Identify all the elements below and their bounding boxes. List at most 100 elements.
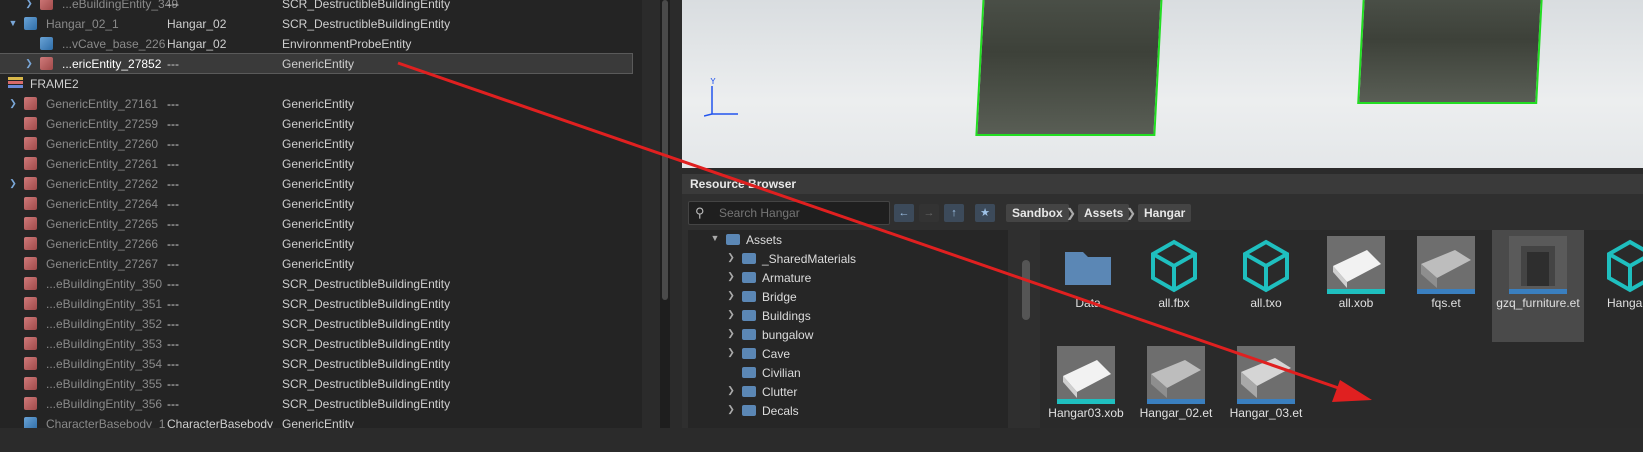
- entity-cube-icon: [24, 317, 37, 330]
- entity-name: GenericEntity_27266: [46, 237, 159, 251]
- hierarchy-row[interactable]: ...eBuildingEntity_353 --- SCR_Destructibl…: [0, 334, 632, 353]
- hierarchy-row[interactable]: GenericEntity_27261 --- GenericEntity: [0, 154, 632, 173]
- expand-right-icon[interactable]: ❯: [726, 290, 736, 301]
- entity-name: ...eBuildingEntity_350: [46, 277, 163, 291]
- entity-layer: ---: [167, 117, 179, 131]
- hierarchy-row[interactable]: CharacterBasebody_1 CharacterBasebody Gene…: [0, 414, 632, 428]
- hierarchy-row[interactable]: GenericEntity_27260 --- GenericEntity: [0, 134, 632, 153]
- hierarchy-row[interactable]: GenericEntity_27264 --- GenericEntity: [0, 194, 632, 213]
- breadcrumb-item[interactable]: Hangar: [1138, 204, 1192, 222]
- breadcrumb-item[interactable]: Sandbox: [1006, 204, 1069, 222]
- asset-label: all.xob: [1338, 296, 1374, 310]
- asset-tile[interactable]: all.fbx: [1128, 230, 1220, 342]
- hierarchy-row[interactable]: ❯ ...eBuildingEntity_349 --- SCR_Destructib…: [0, 0, 632, 13]
- entity-type: GenericEntity: [282, 97, 355, 111]
- hierarchy-row[interactable]: ...eBuildingEntity_356 --- SCR_Destructibl…: [0, 394, 632, 413]
- mesh-cube-icon: [1237, 236, 1295, 294]
- entity-type: GenericEntity: [282, 217, 355, 231]
- entity-name: ...eBuildingEntity_354: [46, 357, 163, 371]
- scene-viewport[interactable]: Y: [682, 0, 1643, 168]
- hierarchy-row[interactable]: ...eBuildingEntity_352 --- SCR_Destructibl…: [0, 314, 632, 333]
- asset-tile[interactable]: Hangar_02.et: [1130, 340, 1222, 452]
- entity-layer: Hangar_02: [167, 17, 227, 31]
- entity-name: ...eBuildingEntity_349: [62, 0, 179, 11]
- expand-right-icon[interactable]: ❯: [8, 97, 18, 109]
- entity-layer: ---: [167, 157, 179, 171]
- folder-icon: [1059, 236, 1117, 294]
- expand-down-icon[interactable]: ▼: [710, 233, 720, 243]
- asset-tile[interactable]: Hangar03.xob: [1040, 340, 1132, 452]
- breadcrumb-item[interactable]: Assets: [1078, 204, 1130, 222]
- entity-layer: ---: [167, 377, 179, 391]
- entity-type: SCR_DestructibleBuildingEntity: [282, 0, 451, 11]
- search-input[interactable]: [717, 204, 886, 222]
- model-thumbnail: [1417, 236, 1475, 294]
- asset-tile[interactable]: fqs.et: [1400, 230, 1492, 342]
- entity-cube-icon: [24, 157, 37, 170]
- folder-icon: [742, 310, 756, 321]
- hierarchy-row[interactable]: FRAME2: [0, 74, 632, 93]
- asset-tile[interactable]: all.xob: [1310, 230, 1402, 342]
- folder-label: Decals: [762, 404, 799, 418]
- expand-right-icon[interactable]: ❯: [726, 309, 736, 320]
- forward-button[interactable]: →: [919, 204, 939, 222]
- up-folder-button[interactable]: ↑: [944, 204, 964, 222]
- favorites-button[interactable]: ★: [975, 204, 995, 222]
- expand-down-icon[interactable]: ▼: [8, 17, 18, 29]
- expand-right-icon[interactable]: ❯: [24, 57, 34, 69]
- asset-tile[interactable]: Data: [1042, 230, 1134, 342]
- hierarchy-row[interactable]: GenericEntity_27265 --- GenericEntity: [0, 214, 632, 233]
- asset-tile[interactable]: Hangar0: [1584, 230, 1643, 342]
- model-thumbnail: [1147, 346, 1205, 404]
- axis-y-label: Y: [710, 78, 716, 86]
- expand-right-icon[interactable]: ❯: [726, 271, 736, 282]
- folder-tree: ▼ Assets ❯ _SharedMaterials ❯ Armature ❯ Bridge…: [688, 230, 1008, 428]
- folder-icon: [742, 405, 756, 416]
- folder-label: Cave: [762, 347, 791, 361]
- folder-label: Civilian: [762, 366, 801, 380]
- asset-label: Hangar_03.et: [1229, 406, 1303, 420]
- selected-pillar-left[interactable]: [975, 0, 1163, 136]
- hierarchy-row[interactable]: GenericEntity_27259 --- GenericEntity: [0, 114, 632, 133]
- asset-tile[interactable]: all.txo: [1220, 230, 1312, 342]
- search-box[interactable]: ⚲: [688, 201, 890, 225]
- folder-tree-scrollbar[interactable]: [1022, 260, 1030, 320]
- hierarchy-row[interactable]: ...eBuildingEntity_354 --- SCR_Destructibl…: [0, 354, 632, 373]
- hierarchy-row[interactable]: ...eBuildingEntity_351 --- SCR_Destructibl…: [0, 294, 632, 313]
- hierarchy-row[interactable]: ❯ GenericEntity_27161 --- GenericEntity: [0, 94, 632, 113]
- expand-right-icon[interactable]: ❯: [726, 252, 736, 263]
- expand-right-icon[interactable]: ❯: [726, 404, 736, 415]
- entity-type: GenericEntity: [282, 417, 355, 428]
- back-button[interactable]: ←: [894, 204, 914, 222]
- hierarchy-scrollbar-thumb[interactable]: [662, 0, 668, 300]
- entity-name: ...vCave_base_226: [62, 37, 166, 51]
- asset-tile[interactable]: Hangar_03.et: [1220, 340, 1312, 452]
- hierarchy-row[interactable]: ...eBuildingEntity_350 --- SCR_Destructibl…: [0, 274, 632, 293]
- asset-tile-selected[interactable]: gzq_furniture.et: [1492, 230, 1584, 342]
- expand-right-icon[interactable]: ❯: [24, 0, 34, 9]
- expand-right-icon[interactable]: ❯: [726, 385, 736, 396]
- expand-right-icon[interactable]: ❯: [726, 347, 736, 358]
- entity-name: FRAME2: [30, 77, 79, 91]
- entity-cube-icon: [24, 177, 37, 190]
- hierarchy-row[interactable]: GenericEntity_27267 --- GenericEntity: [0, 254, 632, 273]
- hierarchy-row[interactable]: ❯ GenericEntity_27262 --- GenericEntity: [0, 174, 632, 193]
- hierarchy-row[interactable]: ▼ Hangar_02_1 Hangar_02 SCR_DestructibleBui…: [0, 14, 632, 33]
- entity-name: ...eBuildingEntity_351: [46, 297, 163, 311]
- folder-label: Armature: [762, 271, 812, 285]
- entity-name: GenericEntity_27161: [46, 97, 159, 111]
- entity-name: ...eBuildingEntity_353: [46, 337, 163, 351]
- expand-right-icon[interactable]: ❯: [8, 177, 18, 189]
- hierarchy-row[interactable]: ...eBuildingEntity_355 --- SCR_Destructibl…: [0, 374, 632, 393]
- asset-label: gzq_furniture.et: [1496, 296, 1580, 310]
- hierarchy-row-selected[interactable]: ❯ ...ericEntity_27852 --- GenericEntity: [0, 53, 633, 74]
- entity-type: GenericEntity: [282, 237, 355, 251]
- entity-type: GenericEntity: [282, 157, 355, 171]
- hierarchy-row[interactable]: GenericEntity_27266 --- GenericEntity: [0, 234, 632, 253]
- folder-icon: [742, 329, 756, 340]
- breadcrumb-separator-icon: ❯: [1066, 206, 1077, 220]
- expand-right-icon[interactable]: ❯: [726, 328, 736, 339]
- selected-pillar-right[interactable]: [1357, 0, 1543, 104]
- hierarchy-row[interactable]: ...vCave_base_226 Hangar_02 EnvironmentPro…: [0, 34, 632, 53]
- entity-type: SCR_DestructibleBuildingEntity: [282, 17, 451, 31]
